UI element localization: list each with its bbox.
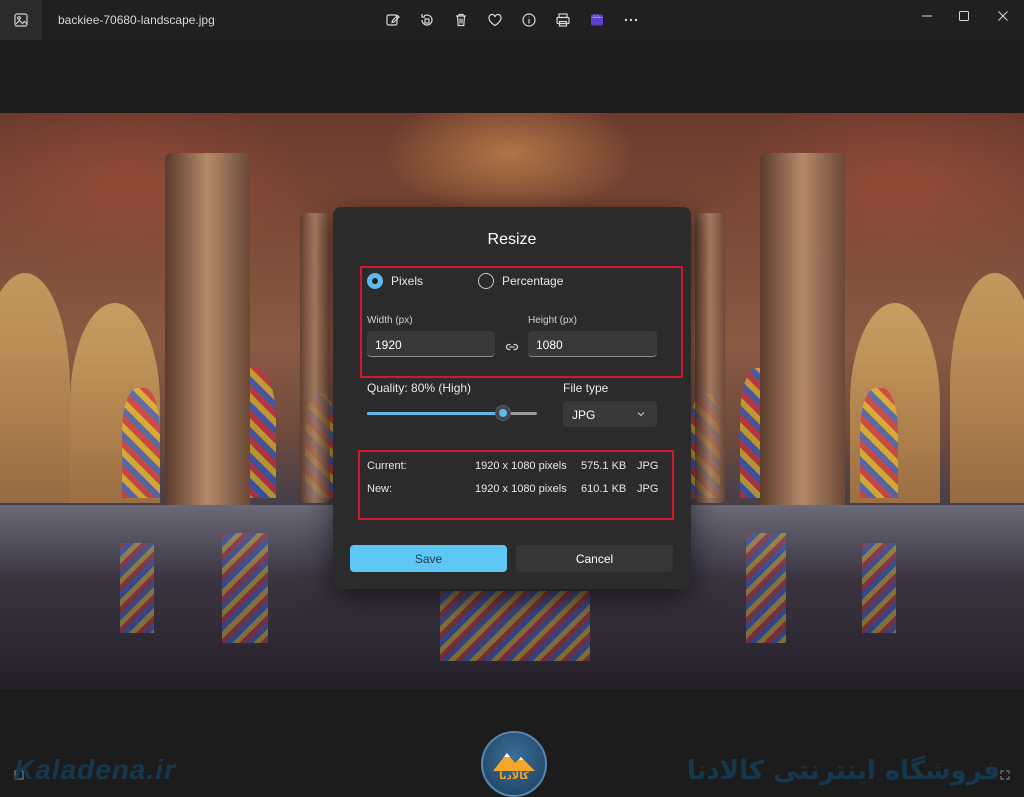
quality-label: Quality: 80% (High): [367, 381, 472, 395]
photo-arch: [950, 273, 1024, 503]
stained-glass: [122, 388, 160, 498]
delete-icon[interactable]: [451, 10, 471, 30]
cancel-button[interactable]: Cancel: [516, 545, 673, 572]
info-icon[interactable]: [519, 10, 539, 30]
stained-glass: [860, 388, 898, 498]
photo-pillar: [695, 213, 725, 503]
floor-reflection: [222, 533, 268, 643]
photo-arch: [0, 273, 70, 503]
minimize-icon[interactable]: [912, 6, 942, 26]
mountain-logo-icon: [493, 753, 535, 771]
file-type-value: JPG: [572, 408, 596, 422]
photo-pillar: [760, 153, 845, 513]
save-button[interactable]: Save: [350, 545, 507, 572]
logo-text: کالادنا: [499, 771, 529, 782]
favorite-icon[interactable]: [485, 10, 505, 30]
print-icon[interactable]: [553, 10, 573, 30]
photo-pillar: [165, 153, 250, 513]
close-icon[interactable]: [988, 6, 1018, 26]
fullscreen-icon[interactable]: [1000, 770, 1010, 780]
watermark-text-left: Kaladena.ir: [14, 754, 176, 785]
edit-image-icon[interactable]: [383, 10, 403, 30]
quality-slider[interactable]: [367, 405, 537, 421]
more-icon[interactable]: [621, 10, 641, 30]
watermark-text-right: فروشگاه اینترنتی کالادنا: [686, 756, 1000, 786]
clipchamp-icon[interactable]: [587, 10, 607, 30]
chevron-down-icon: [637, 412, 645, 417]
floor-reflection: [120, 543, 154, 633]
quality-slider-fill: [367, 412, 503, 415]
maximize-icon[interactable]: [949, 6, 979, 26]
rotate-icon[interactable]: [417, 10, 437, 30]
photo-pillar: [300, 213, 330, 503]
annotation-box-file-info: [358, 450, 674, 520]
resize-dialog: Resize Pixels Percentage Width (px) 1920…: [333, 207, 691, 589]
file-name: backiee-70680-landscape.jpg: [58, 13, 215, 27]
floor-reflection: [862, 543, 896, 633]
annotation-box-dimensions: [360, 266, 683, 378]
title-bar: backiee-70680-landscape.jpg: [0, 0, 1024, 40]
floor-reflection: [440, 591, 590, 661]
quality-slider-thumb[interactable]: [495, 405, 511, 421]
photos-app-icon[interactable]: [0, 0, 42, 40]
file-type-dropdown[interactable]: JPG: [563, 401, 657, 427]
file-type-label: File type: [563, 381, 609, 395]
dialog-title: Resize: [487, 231, 537, 248]
floor-reflection: [746, 533, 786, 643]
kaladena-logo: کالادنا: [481, 731, 547, 797]
